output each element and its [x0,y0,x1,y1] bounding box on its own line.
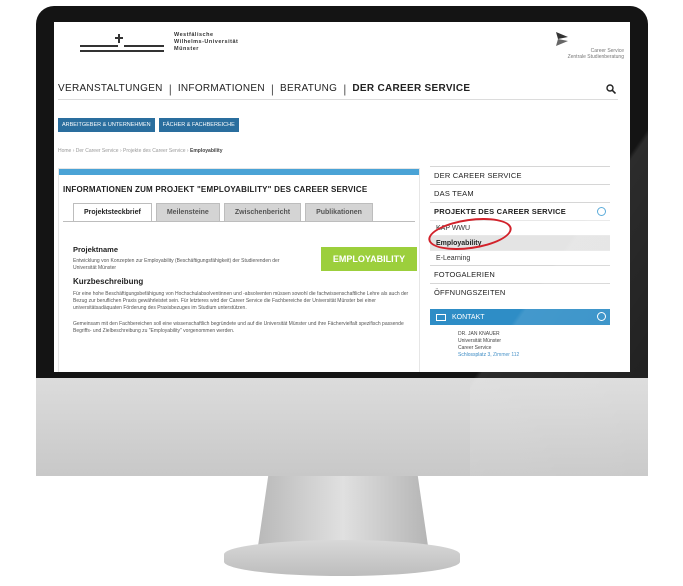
text-kurzbeschreibung: Für eine hohe Beschäftigungsbefähigung v… [73,291,409,311]
sidebar-subitem-e-learning[interactable]: E-Learning [430,250,610,265]
university-name-line: Westfälische [174,32,214,38]
sidebar: DER CAREER SERVICE DAS TEAM PROJEKTE DES… [430,166,610,359]
content-accent-bar [59,169,419,175]
nav-separator: | [168,81,172,96]
sidebar-item-oeffnungszeiten[interactable]: ÖFFNUNGSZEITEN [430,283,610,301]
text-gemeinsam: Gemeinsam mit den Fachbereichen soll ein… [73,321,404,334]
tab-meilensteine[interactable]: Meilensteine [155,203,220,222]
heading-kurzbeschreibung: Kurzbeschreibung [73,277,144,286]
career-service-logo-icon[interactable] [554,30,570,48]
sub-navigation: ARBEITGEBER & UNTERNEHMEN FÄCHER & FACHB… [58,118,239,132]
site-header: Westfälische Wilhelms-Universität Münste… [54,22,630,82]
main-navigation: VERANSTALTUNGEN | INFORMATIONEN | BERATU… [58,78,618,100]
sidebar-item-der-career-service[interactable]: DER CAREER SERVICE [430,166,610,184]
page-title: INFORMATIONEN ZUM PROJEKT "EMPLOYABILITY… [63,185,368,194]
university-name: Westfälische Wilhelms-Universität Münste… [174,32,238,53]
monitor-chin [36,378,648,476]
tab-projektsteckbrief[interactable]: Projektsteckbrief [73,203,152,222]
sidebar-item-projekte[interactable]: PROJEKTE DES CAREER SERVICE [430,202,610,220]
kontakt-line: Career Service [458,345,492,351]
search-icon[interactable] [606,84,616,94]
nav-beratung[interactable]: BERATUNG [280,83,337,94]
text-projektname: Entwicklung von Konzepten zur Employabil… [73,258,280,271]
mail-icon [436,313,446,321]
monitor-mockup: Westfälische Wilhelms-Universität Münste… [0,0,683,586]
tab-zwischenbericht[interactable]: Zwischenbericht [223,203,302,222]
subnav-arbeitgeber[interactable]: ARBEITGEBER & UNTERNEHMEN [58,118,155,132]
kontakt-address-link[interactable]: Schlossplatz 3, Zimmer 112 [430,352,610,359]
university-name-line: Münster [174,46,199,52]
nav-veranstaltungen[interactable]: VERANSTALTUNGEN [58,83,163,94]
kontakt-header[interactable]: KONTAKT [430,309,610,325]
monitor-stand [258,476,428,546]
monitor-stand-base [224,540,460,576]
kontakt-label: KONTAKT [452,313,485,321]
nav-separator: | [343,81,347,96]
content-panel: INFORMATIONEN ZUM PROJEKT "EMPLOYABILITY… [58,168,420,372]
subnav-faecher[interactable]: FÄCHER & FACHBEREICHE [158,118,239,132]
tab-divider [63,221,415,222]
employability-button[interactable]: EMPLOYABILITY [321,247,417,271]
breadcrumb-path[interactable]: Home › Der Career Service › Projekte des… [58,148,190,154]
kontakt-line: Universität Münster [458,338,502,344]
tab-bar: Projektsteckbrief Meilensteine Zwischenb… [73,203,373,222]
career-service-logo-text: Career Service Zentrale Studienberatung [568,48,624,60]
sidebar-item-das-team[interactable]: DAS TEAM [430,184,610,202]
kontakt-line: DR. JAN KNAUER [458,331,500,337]
cs-line: Zentrale Studienberatung [567,54,624,60]
heading-projektname: Projektname [73,245,119,254]
nav-informationen[interactable]: INFORMATIONEN [178,83,265,94]
nav-separator: | [270,81,274,96]
browser-viewport: Westfälische Wilhelms-Universität Münste… [54,22,630,372]
tab-publikationen[interactable]: Publikationen [305,203,373,222]
chevron-up-icon[interactable] [597,207,606,216]
university-name-line: Wilhelms-Universität [174,39,239,45]
sidebar-item-projekte-label: PROJEKTE DES CAREER SERVICE [434,207,566,216]
sidebar-item-fotogalerien[interactable]: FOTOGALERIEN [430,265,610,283]
nav-der-career-service[interactable]: DER CAREER SERVICE [352,83,470,94]
chevron-up-icon[interactable] [597,312,606,321]
breadcrumb: Home › Der Career Service › Projekte des… [58,148,223,154]
breadcrumb-current: Employability [190,148,223,154]
